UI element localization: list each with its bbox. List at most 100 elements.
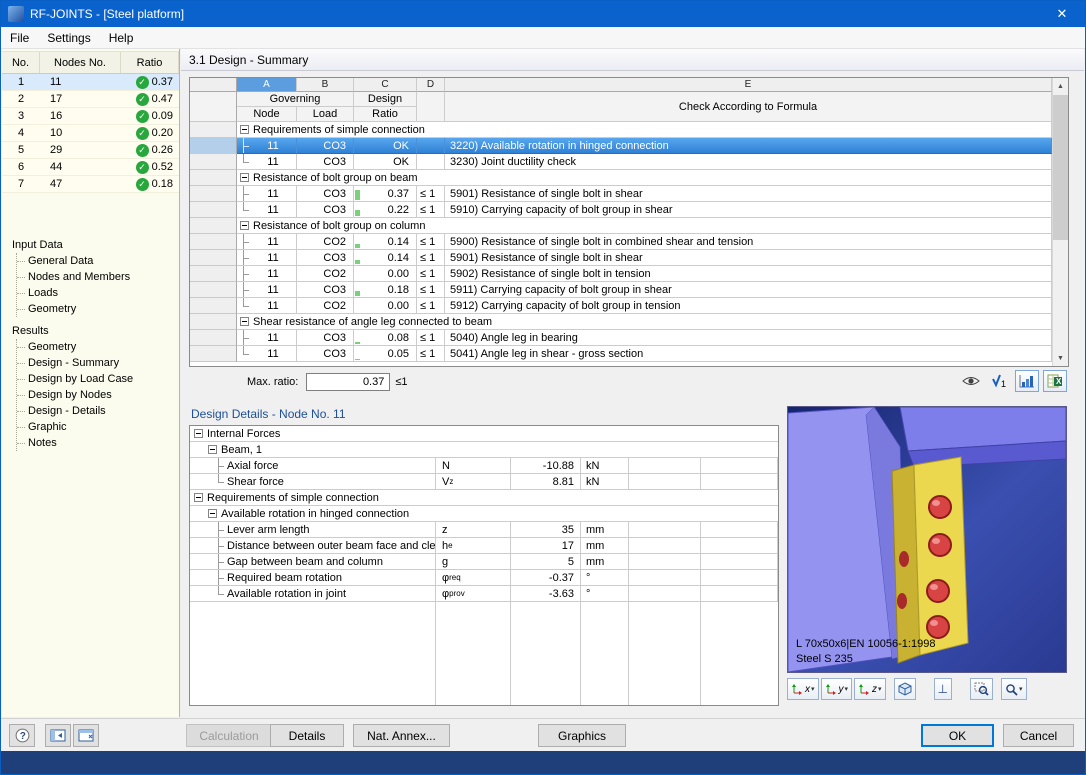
- details-data-row[interactable]: Axial forceN-10.88kN: [190, 458, 778, 474]
- scroll-up-button[interactable]: ▲: [1053, 78, 1068, 94]
- nav-item-graphic[interactable]: Graphic: [17, 419, 177, 435]
- collapse-icon[interactable]: [208, 509, 217, 518]
- cancel-button[interactable]: Cancel: [1003, 724, 1074, 747]
- summary-data-row[interactable]: 11CO30.08≤ 15040) Angle leg in bearing: [190, 330, 1052, 346]
- node-result-row[interactable]: 747✓0.18: [2, 176, 179, 193]
- node-ratio: ✓0.20: [121, 127, 179, 140]
- column-letter-B[interactable]: B: [297, 78, 354, 92]
- column-header-no[interactable]: No.: [2, 52, 40, 73]
- details-data-row[interactable]: Required beam rotationφreq-0.37°: [190, 570, 778, 586]
- node-result-row[interactable]: 644✓0.52: [2, 159, 179, 176]
- view-perpendicular-button[interactable]: ⊥: [934, 678, 952, 700]
- summary-data-row[interactable]: 11CO30.22≤ 15910) Carrying capacity of b…: [190, 202, 1052, 218]
- nav-item-geometry[interactable]: Geometry: [17, 301, 177, 317]
- summary-data-row[interactable]: 11CO20.00≤ 15912) Carrying capacity of b…: [190, 298, 1052, 314]
- column-letter-C[interactable]: C: [354, 78, 417, 92]
- viewport-3d[interactable]: L 70x50x6|EN 10056-1:1998 Steel S 235: [787, 406, 1067, 673]
- summary-data-row[interactable]: 11CO30.37≤ 15901) Resistance of single b…: [190, 186, 1052, 202]
- details-table: Internal ForcesBeam, 1Axial forceN-10.88…: [189, 425, 779, 706]
- nav-item-geometry[interactable]: Geometry: [17, 339, 177, 355]
- details-data-row[interactable]: Available rotation in jointφprov-3.63°: [190, 586, 778, 602]
- summary-data-row[interactable]: 11CO20.14≤ 15900) Resistance of single b…: [190, 234, 1052, 250]
- nav-item-notes[interactable]: Notes: [17, 435, 177, 451]
- column-letter-D[interactable]: D: [417, 78, 445, 92]
- dropdown-caret-icon[interactable]: ▾: [1019, 685, 1023, 693]
- details-group-row[interactable]: Available rotation in hinged connection: [190, 506, 778, 522]
- summary-group-row[interactable]: Resistance of bolt group on beam: [190, 170, 1052, 186]
- nav-item-nodes-and-members[interactable]: Nodes and Members: [17, 269, 177, 285]
- details-data-row[interactable]: Distance between outer beam face and cle…: [190, 538, 778, 554]
- nav-item-loads[interactable]: Loads: [17, 285, 177, 301]
- ok-button[interactable]: OK: [921, 724, 994, 747]
- column-header-nodes-no[interactable]: Nodes No.: [40, 52, 121, 73]
- summary-group-row[interactable]: Resistance of bolt group on column: [190, 218, 1052, 234]
- dropdown-caret-icon[interactable]: ▾: [811, 685, 815, 693]
- node-result-row[interactable]: 410✓0.20: [2, 125, 179, 142]
- collapse-icon[interactable]: [240, 317, 249, 326]
- collapse-icon[interactable]: [208, 445, 217, 454]
- column-header-ratio[interactable]: Ratio: [121, 52, 179, 73]
- graphic-window-button[interactable]: [73, 724, 99, 747]
- nav-item-design-summary[interactable]: Design - Summary: [17, 355, 177, 371]
- nav-item-results[interactable]: Results: [10, 323, 177, 339]
- node-result-row[interactable]: 529✓0.26: [2, 142, 179, 159]
- summary-data-row[interactable]: 11CO3OK3230) Joint ductility check: [190, 154, 1052, 170]
- collapse-icon[interactable]: [194, 493, 203, 502]
- sheet-corner: [190, 78, 237, 92]
- result-diagram-button[interactable]: [1015, 370, 1039, 392]
- column-letter-E[interactable]: E: [445, 78, 1052, 92]
- nat-annex-button[interactable]: Nat. Annex...: [353, 724, 450, 747]
- view-x-button[interactable]: x ▾: [787, 678, 819, 700]
- ratio-value: 0.08: [388, 332, 409, 344]
- collapse-icon[interactable]: [240, 173, 249, 182]
- details-data-row[interactable]: Gap between beam and columng5mm: [190, 554, 778, 570]
- view-y-button[interactable]: y ▾: [821, 678, 853, 700]
- nav-item-design-by-load-case[interactable]: Design by Load Case: [17, 371, 177, 387]
- graphics-button[interactable]: Graphics: [538, 724, 626, 747]
- details-button[interactable]: Details: [270, 724, 344, 747]
- collapse-icon[interactable]: [240, 125, 249, 134]
- summary-data-row[interactable]: 11CO30.14≤ 15901) Resistance of single b…: [190, 250, 1052, 266]
- isometric-view-button[interactable]: [894, 678, 916, 700]
- nav-item-input-data[interactable]: Input Data: [10, 237, 177, 253]
- summary-data-row[interactable]: 11CO30.05≤ 15041) Angle leg in shear - g…: [190, 346, 1052, 362]
- close-button[interactable]: ✕: [1039, 1, 1085, 27]
- export-excel-button[interactable]: X: [1043, 370, 1067, 392]
- summary-data-row[interactable]: 11CO20.00≤ 15902) Resistance of single b…: [190, 266, 1052, 282]
- header-load: Load: [297, 107, 354, 122]
- details-group-row[interactable]: Beam, 1: [190, 442, 778, 458]
- menu-help[interactable]: Help: [100, 27, 143, 49]
- filter-selected-button[interactable]: 1: [987, 370, 1011, 392]
- details-group-row[interactable]: Internal Forces: [190, 426, 778, 442]
- column-letter-A[interactable]: A: [237, 78, 297, 92]
- dropdown-caret-icon[interactable]: ▾: [878, 685, 882, 693]
- menu-file[interactable]: File: [1, 27, 38, 49]
- help-button[interactable]: ?: [9, 724, 35, 747]
- summary-data-row[interactable]: 11CO30.18≤ 15911) Carrying capacity of b…: [190, 282, 1052, 298]
- menu-settings[interactable]: Settings: [38, 27, 99, 49]
- summary-group-row[interactable]: Requirements of simple connection: [190, 122, 1052, 138]
- collapse-icon[interactable]: [194, 429, 203, 438]
- details-group-row[interactable]: Requirements of simple connection: [190, 490, 778, 506]
- details-data-row[interactable]: Shear forceVz8.81kN: [190, 474, 778, 490]
- summary-data-row[interactable]: 11CO3OK3220) Available rotation in hinge…: [190, 138, 1052, 154]
- nav-item-design-details[interactable]: Design - Details: [17, 403, 177, 419]
- detail-symbol-cell: φreq: [436, 570, 511, 586]
- panel-toggle-button[interactable]: [45, 724, 71, 747]
- zoom-window-button[interactable]: [970, 678, 993, 700]
- panel-icon: [50, 729, 66, 742]
- dropdown-caret-icon[interactable]: ▾: [845, 685, 849, 693]
- summary-group-row[interactable]: Shear resistance of angle leg connected …: [190, 314, 1052, 330]
- scroll-thumb[interactable]: [1053, 95, 1068, 240]
- scroll-down-button[interactable]: ▼: [1053, 350, 1068, 366]
- details-data-row[interactable]: Lever arm lengthz35mm: [190, 522, 778, 538]
- nav-item-general-data[interactable]: General Data: [17, 253, 177, 269]
- nav-item-design-by-nodes[interactable]: Design by Nodes: [17, 387, 177, 403]
- collapse-icon[interactable]: [240, 221, 249, 230]
- visibility-button[interactable]: [959, 370, 983, 392]
- node-result-row[interactable]: 111✓0.37: [2, 74, 179, 91]
- view-z-button[interactable]: z ▾: [854, 678, 886, 700]
- node-result-row[interactable]: 217✓0.47: [2, 91, 179, 108]
- node-result-row[interactable]: 316✓0.09: [2, 108, 179, 125]
- zoom-button[interactable]: ▾: [1001, 678, 1027, 700]
